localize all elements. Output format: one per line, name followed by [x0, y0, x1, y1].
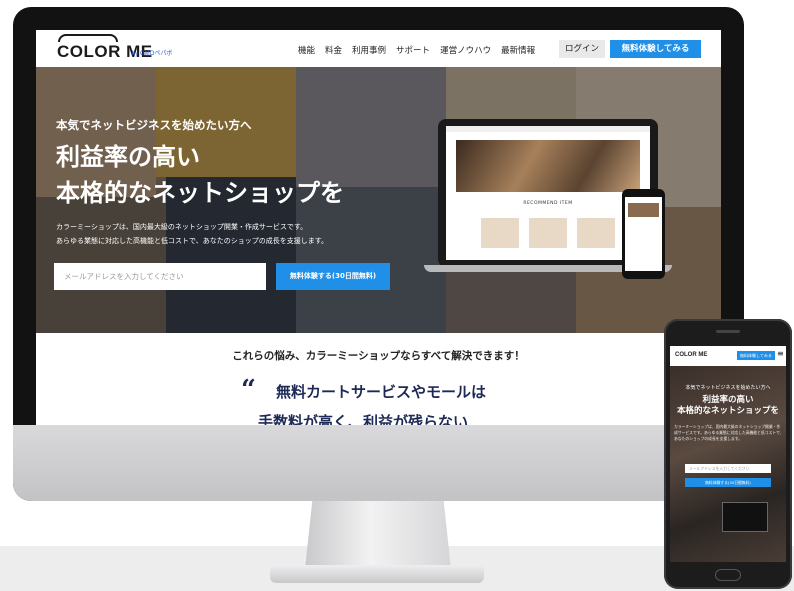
nav-item-news[interactable]: 最新情報: [501, 44, 535, 56]
laptop-browser-bar: [446, 126, 650, 132]
hero-headline-1: 利益率の高い: [56, 143, 200, 171]
hero-headline-2: 本格的なネットショップを: [56, 179, 344, 207]
mobile-cta-button[interactable]: 無料体験する(30日間無料): [685, 478, 771, 487]
logo-sub: by GMOペパボ: [132, 51, 173, 57]
free-trial-cta-button[interactable]: 無料体験する(30日間無料): [276, 263, 390, 290]
email-input[interactable]: [54, 263, 266, 290]
hero-description-2: あらゆる業態に対応した高機能と低コストで、あなたのショップの成長を支援します。: [56, 237, 329, 245]
nav-item-features[interactable]: 機能: [298, 44, 315, 56]
mobile-trial-button[interactable]: 無料体験してみる: [737, 351, 775, 360]
mobile-hero-subtitle: 本気でネットビジネスを始めたい方へ: [685, 385, 771, 391]
imac-chin: [13, 425, 744, 501]
nav-item-pricing[interactable]: 料金: [325, 44, 342, 56]
phone-home-button: [715, 569, 741, 581]
mobile-logo[interactable]: COLOR ME: [675, 352, 707, 358]
nav-item-support[interactable]: サポート: [396, 44, 430, 56]
main-nav: 機能 料金 利用事例 サポート 運営ノウハウ 最新情報: [298, 44, 535, 56]
logo-roof-icon: [58, 34, 118, 42]
mobile-email-input[interactable]: メールアドレスを入力してください: [685, 464, 771, 473]
mobile-hero-description: カラーミーショップは、国内最大級のネットショップ開業・作成サービスです。あらゆる…: [674, 424, 784, 441]
laptop-product-row: [446, 218, 650, 248]
laptop-product-thumb: [529, 218, 567, 248]
hero-section: 本気でネットビジネスを始めたい方へ 利益率の高い 本格的なネットショップを カラ…: [36, 67, 721, 333]
nav-item-knowhow[interactable]: 運営ノウハウ: [440, 44, 491, 56]
imac-monitor: COLOR ME by GMOペパボ 機能 料金 利用事例 サポート 運営ノウハ…: [13, 7, 744, 501]
mobile-hero-headline-2: 本格的なネットショップを: [676, 406, 779, 416]
laptop-screen: RECOMMEND ITEM: [446, 126, 650, 260]
laptop-hero-image: [456, 140, 640, 192]
imac-stand: [305, 501, 451, 569]
hero-subtitle: 本気でネットビジネスを始めたい方へ: [56, 118, 252, 132]
imac-stand-base: [270, 565, 484, 583]
quote-line-1: 無料カートサービスやモールは: [276, 383, 487, 401]
hero-description-1: カラーミーショップは、国内最大級のネットショップ開業・作成サービスです。: [56, 223, 308, 231]
free-trial-button[interactable]: 無料体験してみる: [610, 40, 701, 58]
login-button[interactable]: ログイン: [559, 40, 605, 58]
smartphone-mockup: COLOR ME 無料体験してみる ≡ 本気でネットビジネスを始めたい方へ 利益…: [664, 319, 792, 589]
website-screen: COLOR ME by GMOペパボ 機能 料金 利用事例 サポート 運営ノウハ…: [36, 30, 721, 425]
section-title: これらの悩み、カラーミーショップならすべて解決できます！: [232, 350, 525, 362]
mobile-header: COLOR ME 無料体験してみる ≡: [670, 346, 786, 366]
laptop-recommend-caption: RECOMMEND ITEM: [523, 201, 573, 206]
quote-icon: “: [241, 375, 256, 405]
laptop-product-thumb: [481, 218, 519, 248]
small-phone-screen: [625, 197, 662, 271]
mobile-laptop-image: [722, 502, 768, 532]
nav-item-cases[interactable]: 利用事例: [352, 44, 386, 56]
hamburger-menu-icon[interactable]: ≡: [777, 349, 784, 358]
small-phone-image: [628, 203, 659, 217]
phone-screen: COLOR ME 無料体験してみる ≡ 本気でネットビジネスを始めたい方へ 利益…: [670, 346, 786, 562]
site-header: COLOR ME by GMOペパボ 機能 料金 利用事例 サポート 運営ノウハ…: [36, 30, 721, 67]
small-phone-mockup: [622, 189, 665, 279]
quote-line-2: 手数料が高く、利益が残らない: [258, 413, 469, 425]
laptop-product-thumb: [577, 218, 615, 248]
phone-speaker: [716, 330, 740, 333]
